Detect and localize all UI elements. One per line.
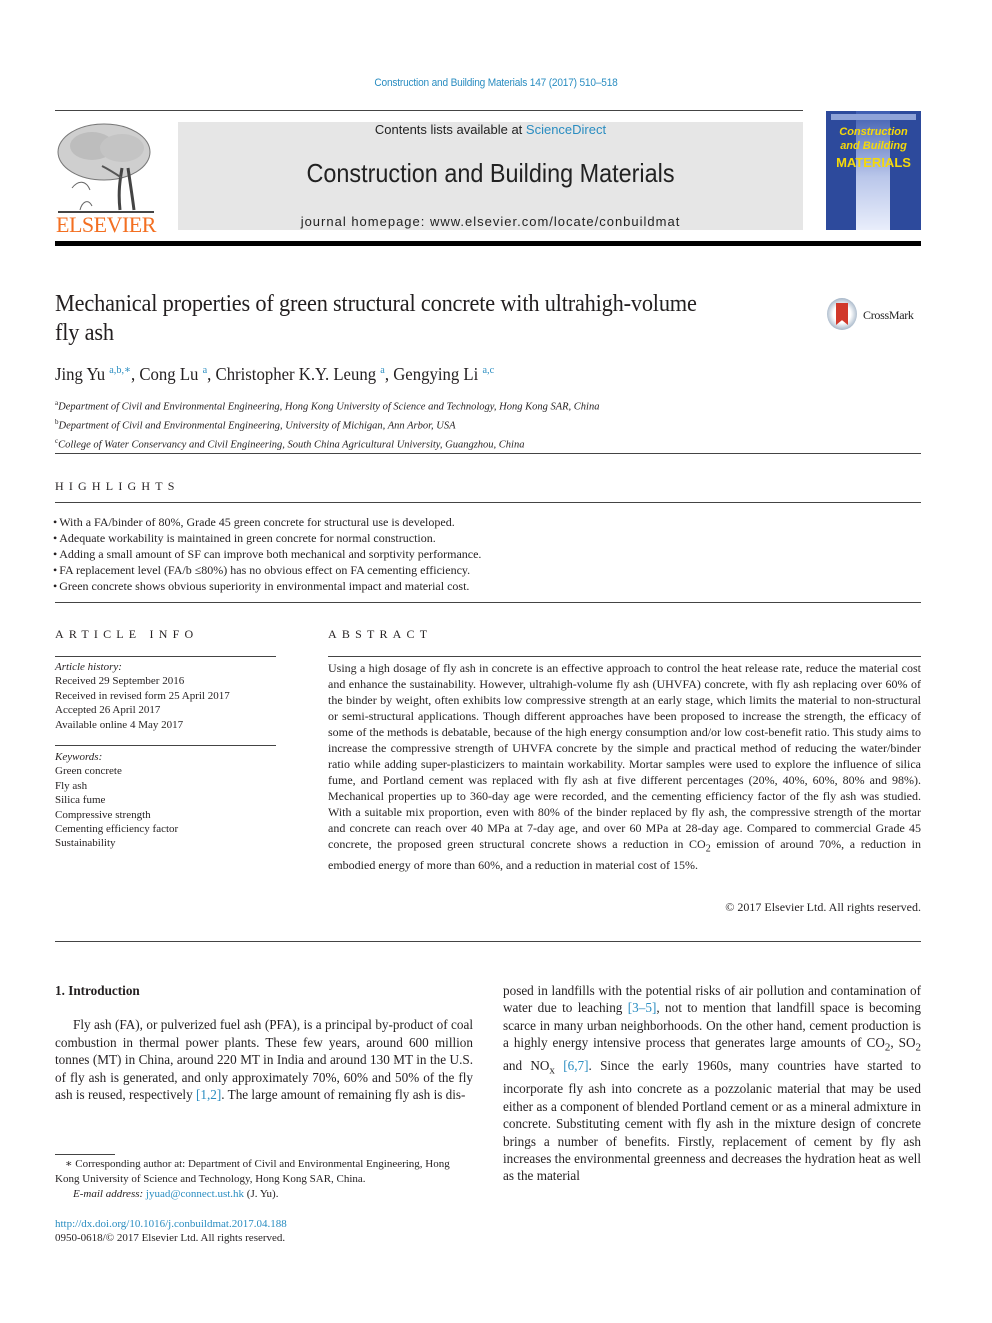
keyword-item: Fly ash: [55, 779, 88, 792]
keyword-item: Green concrete: [55, 765, 122, 778]
reference-link[interactable]: [1,2]: [196, 1087, 221, 1102]
keywords: Keywords: Green concrete Fly ash Silica …: [55, 750, 285, 851]
author-name[interactable]: Jing Yu: [55, 364, 105, 384]
history-item: Received 29 September 2016: [55, 675, 185, 688]
body-column-right: posed in landfills with the potential ri…: [503, 982, 921, 1185]
email-link[interactable]: jyuad@connect.ust.hk: [146, 1188, 244, 1200]
corresponding-text: ∗ Corresponding author at: Department of…: [55, 1158, 450, 1185]
history-item: Received in revised form 25 April 2017: [55, 689, 230, 702]
body-column-left: 1. Introduction Fly ash (FA), or pulveri…: [55, 982, 473, 1103]
body-paragraph: posed in landfills with the potential ri…: [503, 982, 921, 1185]
sciencedirect-link[interactable]: ScienceDirect: [526, 122, 606, 137]
doi-link[interactable]: http://dx.doi.org/10.1016/j.conbuildmat.…: [55, 1218, 287, 1230]
highlight-item: Adding a small amount of SF can improve …: [53, 546, 913, 562]
email-label: E-mail address:: [73, 1188, 146, 1200]
masthead-thick-rule: [55, 241, 921, 246]
affiliations: aDepartment of Civil and Environmental E…: [55, 396, 855, 453]
body-paragraph: Fly ash (FA), or pulverized fuel ash (PF…: [55, 1016, 473, 1103]
divider: [55, 502, 921, 503]
author-name[interactable]: Cong Lu: [139, 364, 198, 384]
cover-topbar: [831, 114, 916, 120]
divider: [55, 453, 921, 454]
contents-prefix: Contents lists available at: [374, 122, 526, 137]
email-line: E-mail address: jyuad@connect.ust.hk (J.…: [55, 1187, 475, 1202]
affiliation-item: bDepartment of Civil and Environmental E…: [55, 415, 855, 434]
keyword-item: Sustainability: [55, 837, 116, 850]
article-title: Mechanical properties of green structura…: [55, 291, 697, 346]
reference-link[interactable]: [3–5]: [628, 1000, 657, 1015]
author-separator: ,: [130, 364, 140, 384]
article-history: Article history: Received 29 September 2…: [55, 660, 285, 732]
author-affiliation-link[interactable]: a,b,∗: [109, 364, 131, 376]
crossmark-badge[interactable]: CrossMark: [827, 298, 927, 334]
section-heading: 1. Introduction: [55, 983, 140, 998]
affiliation-item: aDepartment of Civil and Environmental E…: [55, 396, 855, 415]
keyword-item: Cementing efficiency factor: [55, 823, 179, 836]
journal-cover-image[interactable]: Construction and Building MATERIALS: [826, 111, 921, 230]
tree-icon: [57, 123, 154, 213]
cover-title-line-1: Construction: [839, 126, 908, 138]
crossmark-label: CrossMark: [863, 308, 914, 322]
author-name[interactable]: Christopher K.Y. Leung: [216, 364, 377, 384]
doi-block: http://dx.doi.org/10.1016/j.conbuildmat.…: [55, 1217, 287, 1245]
paragraph-text: . Since the early 1960s, many countries …: [503, 1058, 922, 1184]
paragraph-text: and NO: [503, 1058, 550, 1074]
affiliation-text: Department of Civil and Environmental En…: [58, 420, 456, 432]
cover-title-line-3: MATERIALS: [836, 155, 911, 170]
affiliation-text: College of Water Conservancy and Civil E…: [58, 439, 525, 451]
author-separator: ,: [207, 364, 216, 384]
corresponding-author-footnote: ∗ Corresponding author at: Department of…: [55, 1157, 475, 1202]
affiliation-item: cCollege of Water Conservancy and Civil …: [55, 434, 855, 453]
cover-title: Construction and Building: [826, 125, 921, 153]
highlight-item: FA replacement level (FA/b ≤80%) has no …: [53, 562, 913, 578]
author-name[interactable]: Gengying Li: [393, 364, 478, 384]
author-separator: ,: [384, 364, 394, 384]
highlight-item: Adequate workability is maintained in gr…: [53, 530, 913, 546]
cover-title-line-2: and Building: [840, 140, 907, 152]
divider: [55, 602, 921, 603]
abstract-heading: ABSTRACT: [328, 627, 433, 641]
abstract-text: Using a high dosage of fly ash in concre…: [328, 660, 921, 873]
subscript: 2: [915, 1041, 922, 1054]
abstract-copyright: © 2017 Elsevier Ltd. All rights reserved…: [725, 900, 921, 914]
reference-link[interactable]: [6,7]: [563, 1058, 588, 1073]
paragraph-text: , SO: [890, 1035, 916, 1051]
paragraph-text: [555, 1058, 563, 1073]
history-item: Available online 4 May 2017: [55, 718, 184, 731]
highlight-item: Green concrete shows obvious superiority…: [53, 578, 913, 594]
keyword-item: Silica fume: [55, 794, 106, 807]
contents-available-line: Contents lists available at ScienceDirec…: [178, 122, 803, 137]
author-affiliation-link[interactable]: a,c: [482, 364, 494, 376]
elsevier-wordmark: ELSEVIER: [56, 212, 156, 237]
highlights-heading: HIGHLIGHTS: [55, 479, 180, 493]
history-label: Article history:: [55, 661, 122, 673]
divider: [55, 941, 921, 942]
elsevier-logo[interactable]: ELSEVIER: [52, 118, 160, 238]
affiliation-text: Department of Civil and Environmental En…: [58, 401, 600, 413]
journal-citation[interactable]: Construction and Building Materials 147 …: [40, 77, 953, 89]
footnote-rule: [55, 1154, 115, 1155]
highlights-list: With a FA/binder of 80%, Grade 45 green …: [53, 514, 913, 594]
journal-masthead: Contents lists available at ScienceDirec…: [178, 122, 803, 230]
journal-homepage[interactable]: journal homepage: www.elsevier.com/locat…: [178, 214, 803, 229]
email-suffix: (J. Yu).: [244, 1188, 279, 1200]
divider: [55, 745, 276, 746]
article-info-heading: ARTICLE INFO: [55, 627, 199, 641]
history-item: Accepted 26 April 2017: [55, 704, 161, 717]
journal-title: Construction and Building Materials: [306, 158, 675, 188]
abstract-text-part: Using a high dosage of fly ash in concre…: [328, 661, 921, 851]
highlight-item: With a FA/binder of 80%, Grade 45 green …: [53, 514, 913, 530]
issn-copyright: 0950-0618/© 2017 Elsevier Ltd. All right…: [55, 1232, 286, 1244]
header-rule: [55, 110, 803, 111]
divider: [328, 656, 921, 657]
divider: [55, 656, 276, 657]
keyword-item: Compressive strength: [55, 808, 151, 821]
keywords-label: Keywords:: [55, 751, 103, 763]
author-list: Jing Yu a,b,∗, Cong Lu a, Christopher K.…: [55, 363, 494, 385]
paragraph-text: . The large amount of remaining fly ash …: [221, 1087, 466, 1103]
